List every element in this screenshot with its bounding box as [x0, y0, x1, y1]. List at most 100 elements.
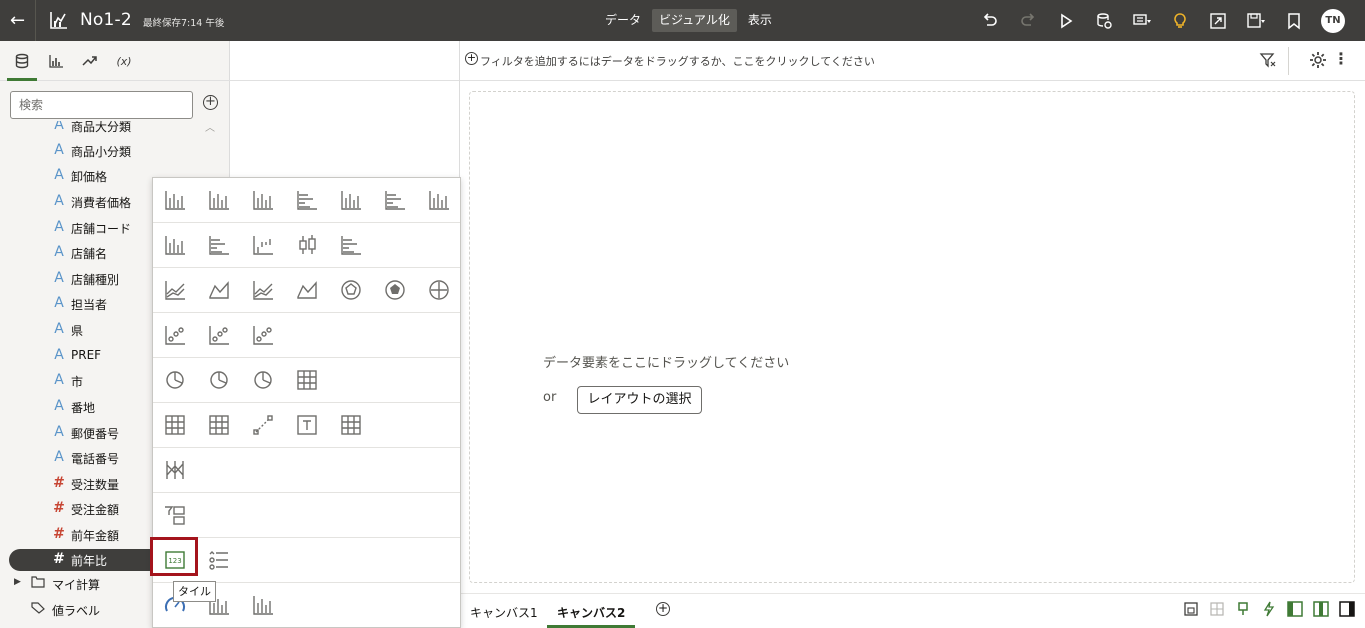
- grid-layout-icon[interactable]: [1209, 601, 1225, 617]
- stacked-area-icon[interactable]: [295, 278, 319, 302]
- add-data-icon[interactable]: +: [203, 95, 218, 110]
- trend-icon[interactable]: [77, 49, 103, 73]
- table-icon[interactable]: [163, 413, 187, 437]
- filter-icon[interactable]: [1259, 51, 1277, 69]
- brush-icon[interactable]: [1235, 601, 1251, 617]
- radar-line-icon[interactable]: [251, 278, 275, 302]
- radar-pie-icon[interactable]: [427, 278, 451, 302]
- bar-chart-icon[interactable]: [43, 49, 69, 73]
- redo-icon[interactable]: [1012, 6, 1044, 36]
- canvas-settings-icon[interactable]: [1309, 51, 1327, 69]
- grid-scatter-icon[interactable]: [207, 323, 231, 347]
- tab-data[interactable]: データ: [598, 9, 648, 32]
- attribute-icon: A: [54, 270, 64, 286]
- attribute-icon: A: [54, 244, 64, 260]
- expression-tab[interactable]: (x): [111, 49, 137, 73]
- toolbar-icons: TN: [971, 0, 1365, 41]
- radar-filled-icon[interactable]: [383, 278, 407, 302]
- viz-row: [153, 358, 460, 403]
- grouped-bar-icon[interactable]: [207, 188, 231, 212]
- combo-icon[interactable]: [163, 233, 187, 257]
- comment-menu-icon[interactable]: [1126, 6, 1158, 36]
- waterfall-icon[interactable]: [251, 233, 275, 257]
- list-icon[interactable]: [207, 548, 231, 572]
- dot-plot-icon[interactable]: [251, 323, 275, 347]
- stacked-bar-icon[interactable]: [251, 188, 275, 212]
- middle-panel-toggle-icon[interactable]: [1313, 601, 1329, 617]
- filter-list-icon[interactable]: [163, 503, 187, 527]
- drop-zone[interactable]: データ要素をここにドラッグしてください or レイアウトの選択: [469, 91, 1355, 583]
- lightning-icon[interactable]: [1261, 601, 1277, 617]
- more-options-icon[interactable]: ⋮: [1333, 49, 1349, 68]
- attribute-icon: A: [54, 398, 64, 414]
- search-input[interactable]: 検索: [10, 91, 193, 119]
- tab-visualize[interactable]: ビジュアル化: [652, 9, 737, 32]
- text-box-icon[interactable]: [295, 413, 319, 437]
- bar-line-icon[interactable]: [427, 188, 451, 212]
- main-tabs: データ ビジュアル化 表示: [598, 9, 779, 32]
- drop-message: データ要素をここにドラッグしてください: [543, 356, 790, 371]
- horizontal-grouped-icon[interactable]: [207, 233, 231, 257]
- horizontal-stacked-bar-icon[interactable]: [339, 188, 363, 212]
- pivot-icon[interactable]: [207, 413, 231, 437]
- donut-icon[interactable]: [207, 368, 231, 392]
- back-button[interactable]: ←: [0, 0, 36, 41]
- export-icon[interactable]: [1202, 6, 1234, 36]
- expand-triangle-icon[interactable]: ▶: [14, 577, 21, 587]
- arrow-left-icon: ←: [9, 10, 26, 31]
- avatar[interactable]: TN: [1321, 8, 1345, 33]
- attribute-icon: A: [54, 193, 64, 209]
- attribute-icon: A: [54, 295, 64, 311]
- bar-icon[interactable]: [163, 188, 187, 212]
- lightbulb-icon[interactable]: [1164, 6, 1196, 36]
- canvas-properties-icon[interactable]: [1183, 601, 1199, 617]
- attribute-icon: A: [54, 372, 64, 388]
- area-icon[interactable]: [207, 278, 231, 302]
- tab-canvas-2[interactable]: キャンバス2: [546, 604, 636, 628]
- attribute-icon: A: [54, 347, 64, 363]
- tab-canvas-1[interactable]: キャンバス1: [470, 604, 538, 621]
- tile-selection-highlight: [150, 537, 198, 576]
- pie-icon[interactable]: [163, 368, 187, 392]
- select-layout-button[interactable]: レイアウトの選択: [577, 386, 702, 414]
- canvas-bottom-icons: [1183, 601, 1355, 617]
- save-menu-icon[interactable]: [1240, 6, 1272, 36]
- canvas-tab-bar: キャンバス1 キャンバス2 +: [460, 593, 1365, 628]
- tag-icon: [31, 602, 45, 614]
- filter-bar[interactable]: + フィルタを追加するにはデータをドラッグするか、ここをクリックしてください ⋮: [460, 41, 1365, 81]
- treemap-icon[interactable]: [295, 368, 319, 392]
- network-icon[interactable]: [251, 413, 275, 437]
- or-label: or: [543, 390, 557, 405]
- horizontal-bar-icon[interactable]: [295, 188, 319, 212]
- field-item[interactable]: A 商品小分類: [0, 138, 230, 163]
- add-canvas-icon[interactable]: +: [656, 602, 670, 616]
- viz-row: 123: [153, 538, 460, 583]
- right-panel-toggle-icon[interactable]: [1339, 601, 1355, 617]
- play-icon[interactable]: [1050, 6, 1082, 36]
- boxplot-icon[interactable]: [295, 233, 319, 257]
- undo-icon[interactable]: [974, 6, 1006, 36]
- line-icon[interactable]: [163, 278, 187, 302]
- refresh-data-icon[interactable]: [1088, 6, 1120, 36]
- viz-row: [153, 448, 460, 493]
- left-panel-toggle-icon[interactable]: [1287, 601, 1303, 617]
- scatter-icon[interactable]: [163, 323, 187, 347]
- horizontal-100-bar-icon[interactable]: [383, 188, 407, 212]
- tile-grid-icon[interactable]: [339, 413, 363, 437]
- measure-icon: #: [53, 500, 65, 516]
- sunburst-icon[interactable]: [251, 368, 275, 392]
- radar-icon[interactable]: [339, 278, 363, 302]
- viz-row: [153, 403, 460, 448]
- filter-placeholder[interactable]: フィルタを追加するにはデータをドラッグするか、ここをクリックしてください: [480, 53, 875, 69]
- project-title[interactable]: No1-2: [80, 10, 132, 30]
- tab-present[interactable]: 表示: [741, 9, 779, 32]
- field-item[interactable]: A 商品大分類: [0, 121, 230, 138]
- bar-chart-small-icon[interactable]: [251, 593, 275, 617]
- parallel-icon[interactable]: [163, 458, 187, 482]
- folder-icon: [31, 576, 45, 588]
- horizontal-boxplot-icon[interactable]: [339, 233, 363, 257]
- bookmark-icon[interactable]: [1278, 6, 1310, 36]
- grammar-panel-header: [230, 41, 459, 81]
- database-icon[interactable]: [7, 49, 37, 81]
- add-filter-icon[interactable]: +: [465, 52, 478, 65]
